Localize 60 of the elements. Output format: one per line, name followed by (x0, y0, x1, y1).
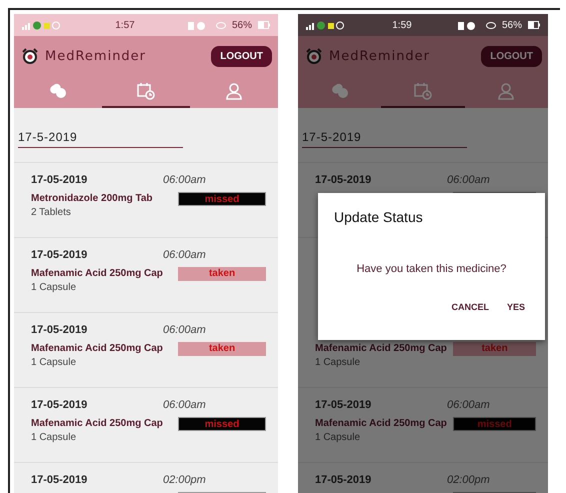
dose-text: 2 Tablets (31, 207, 72, 220)
status-time: 1:59 (391, 20, 413, 30)
dialog-button[interactable]: YES (502, 300, 529, 314)
dose-text: 1 Capsule (315, 357, 362, 370)
pills-icon (330, 83, 349, 99)
medicine-name: Mafenamic Acid 250mg Cap (31, 268, 164, 279)
entry-time: 06:00am (447, 398, 490, 410)
status-badge[interactable]: taken (178, 266, 266, 280)
eye-icon (486, 22, 496, 28)
battery-level: 56% (232, 20, 252, 30)
medicine-name: Mafenamic Acid 250mg Cap (31, 343, 164, 354)
entry-time: 06:00am (163, 324, 206, 336)
dialog-title: Update Status (334, 209, 424, 225)
entry-time: 06:00am (447, 174, 490, 186)
eye-icon (216, 22, 226, 28)
status-time: 1:57 (114, 20, 136, 30)
medicine-name: Metronidazole 200mg Tab (31, 193, 154, 204)
entry-time: 02:00pm (447, 474, 490, 486)
entry-date: 17-05-2019 (315, 174, 372, 186)
status-badge[interactable]: missed (178, 192, 266, 206)
profile-icon (498, 82, 514, 100)
entry-time: 06:00am (163, 398, 206, 410)
medicine-name: Mafenamic Acid 250mg Cap (31, 418, 164, 429)
date-header: 17-5-2019 (18, 130, 183, 148)
app-title: MedReminder (45, 48, 148, 64)
entry-time: 06:00am (163, 174, 206, 186)
entry-date: 17-05-2019 (315, 398, 372, 410)
entry-time: 06:00am (163, 248, 206, 260)
entry-date: 17-05-2019 (31, 324, 88, 336)
battery-icon (258, 21, 270, 29)
entry-date: 17-05-2019 (31, 248, 88, 260)
calendar-clock-icon (414, 82, 432, 100)
battery-icon (528, 21, 540, 29)
dialog-message: Have you taken this medicine? (356, 263, 508, 275)
app-title: MedReminder (329, 48, 432, 64)
status-badge[interactable]: missed (178, 416, 266, 430)
status-badge[interactable]: taken (178, 342, 266, 356)
dose-text: 1 Capsule (315, 432, 362, 445)
logout-button[interactable]: LOGOUT (211, 46, 272, 66)
dose-text: 1 Capsule (31, 357, 78, 370)
dose-text: 1 Capsule (31, 282, 78, 295)
entry-date: 17-05-2019 (315, 474, 372, 486)
entry-date: 17-05-2019 (31, 398, 88, 410)
entry-time: 02:00pm (163, 474, 206, 486)
dialog-button[interactable]: CANCEL (447, 300, 493, 314)
alarm-clock-icon (306, 48, 322, 64)
entry-date: 17-05-2019 (31, 174, 88, 186)
signal-icon (306, 20, 346, 30)
calendar-clock-icon (137, 82, 155, 100)
signal-icon (22, 20, 62, 30)
date-header: 17-5-2019 (302, 130, 467, 148)
medicine-name: Mafenamic Acid 250mg Cap (315, 343, 448, 354)
pills-icon (49, 83, 67, 99)
entry-date: 17-05-2019 (31, 474, 88, 486)
logout-button[interactable]: LOGOUT (481, 46, 542, 66)
medicine-name: Mafenamic Acid 250mg Cap (315, 418, 448, 429)
dose-text: 1 Capsule (31, 432, 78, 445)
battery-level: 56% (502, 20, 522, 30)
profile-icon (226, 82, 242, 100)
alarm-clock-icon (22, 48, 38, 64)
